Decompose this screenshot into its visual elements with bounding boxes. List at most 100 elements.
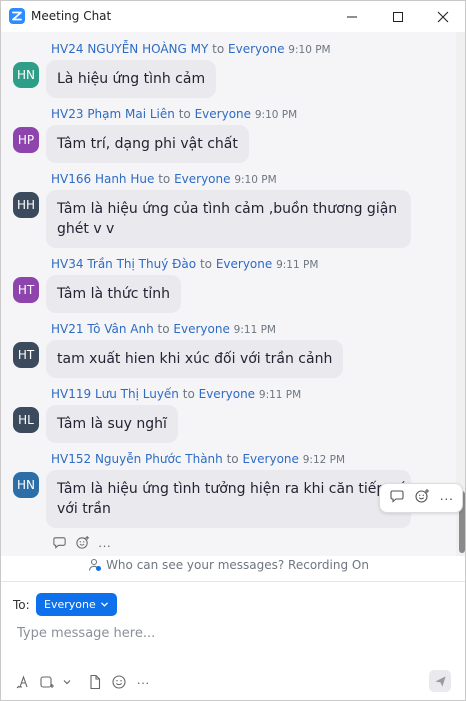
- avatar[interactable]: HN: [13, 472, 39, 498]
- close-button[interactable]: [420, 1, 466, 32]
- recipient-name[interactable]: Everyone: [228, 42, 284, 56]
- send-button[interactable]: [429, 670, 451, 692]
- people-lock-icon: [88, 558, 102, 575]
- sender-name[interactable]: HV166 Hanh Hue: [51, 172, 154, 186]
- message-bubble[interactable]: tam xuất hien khi xúc đối với trần cảnh: [46, 340, 344, 378]
- message-bubble[interactable]: Tâm là suy nghĩ: [46, 405, 178, 443]
- avatar[interactable]: HN: [13, 62, 39, 88]
- file-button[interactable]: [85, 672, 105, 692]
- add-reaction-icon: [415, 488, 429, 503]
- reply-icon: [390, 489, 404, 503]
- format-button[interactable]: [13, 672, 33, 692]
- message-time: 9:11 PM: [258, 389, 302, 401]
- screenshot-options-button[interactable]: [61, 672, 73, 692]
- emoji-button[interactable]: [109, 672, 129, 692]
- format-icon: [16, 675, 28, 689]
- maximize-icon: [393, 11, 403, 22]
- avatar[interactable]: HL: [13, 407, 39, 433]
- privacy-text: Who can see your messages? Recording On: [106, 558, 369, 572]
- sender-name[interactable]: HV23 Phạm Mai Liên: [51, 107, 175, 121]
- to-word: to: [212, 42, 225, 56]
- meeting-chat-window: Meeting Chat HN HV24 NGUYỄN HOÀNG MY to …: [0, 0, 466, 701]
- message-text: Là hiệu ứng tình cảm: [57, 71, 206, 87]
- chat-message: HN HV152 Nguyễn Phước Thành to Everyone …: [1, 452, 463, 532]
- sender-name[interactable]: HV119 Lưu Thị Luyến: [51, 387, 179, 401]
- to-word: to: [182, 387, 195, 401]
- avatar[interactable]: HT: [13, 342, 39, 368]
- chevron-down-icon: [63, 680, 71, 685]
- chat-message: HH HV166 Hanh Hue to Everyone 9:10 PM Tâ…: [1, 172, 456, 252]
- message-time: 9:10 PM: [288, 44, 331, 56]
- recipient-name[interactable]: Everyone: [195, 107, 251, 121]
- add-reaction-button[interactable]: [75, 535, 90, 555]
- message-action-bar: ···: [379, 483, 463, 513]
- to-word: to: [158, 172, 171, 186]
- chat-message: HN HV24 NGUYỄN HOÀNG MY to Everyone 9:10…: [1, 42, 456, 102]
- add-reaction-icon: [76, 535, 90, 549]
- file-icon: [90, 674, 101, 690]
- chat-message: HT HV34 Trần Thị Thuý Đào to Everyone 9:…: [1, 257, 456, 317]
- message-bubble[interactable]: Là hiệu ứng tình cảm: [46, 60, 217, 98]
- close-icon: [437, 11, 449, 22]
- to-word: to: [226, 452, 239, 466]
- screenshot-icon: [40, 676, 54, 688]
- message-bubble[interactable]: Tâm là hiệu ứng tình tưởng hiện ra khi c…: [46, 470, 411, 528]
- message-text: Tâm là hiệu ứng của tình cảm ,buồn thươn…: [57, 201, 398, 217]
- recipient-dropdown[interactable]: Everyone: [36, 593, 117, 616]
- message-time: 9:10 PM: [234, 174, 277, 186]
- message-text: Tâm là suy nghĩ: [57, 416, 167, 432]
- message-time: 9:11 PM: [233, 324, 276, 336]
- recipient-name[interactable]: Everyone: [174, 172, 230, 186]
- message-bubble[interactable]: Tâm là hiệu ứng của tình cảm ,buồn thươn…: [46, 190, 411, 248]
- message-header: HV152 Nguyễn Phước Thành to Everyone 9:1…: [51, 452, 345, 466]
- chat-message: HL HV119 Lưu Thị Luyến to Everyone 9:11 …: [1, 387, 456, 447]
- message-header: HV24 NGUYỄN HOÀNG MY to Everyone 9:10 PM: [51, 42, 331, 56]
- recipient-name[interactable]: Everyone: [199, 387, 255, 401]
- chevron-down-icon: [100, 602, 108, 607]
- reply-button[interactable]: [389, 488, 405, 509]
- to-label: To:: [13, 598, 30, 612]
- composer-divider: [1, 581, 465, 582]
- recipient-name[interactable]: Everyone: [216, 257, 272, 271]
- to-word: to: [199, 257, 212, 271]
- minimize-button[interactable]: [329, 1, 375, 32]
- screenshot-button[interactable]: [37, 672, 57, 692]
- avatar[interactable]: HH: [13, 192, 39, 218]
- reply-button[interactable]: [52, 535, 67, 555]
- message-text: Tâm là thức tỉnh: [57, 286, 171, 302]
- sender-name[interactable]: HV21 Tô Vân Anh: [51, 322, 154, 336]
- message-input[interactable]: [17, 622, 447, 644]
- message-header: HV23 Phạm Mai Liên to Everyone 9:10 PM: [51, 107, 297, 121]
- scrollbar-track[interactable]: [456, 32, 465, 556]
- chat-message: HT HV21 Tô Vân Anh to Everyone 9:11 PM t…: [1, 322, 456, 382]
- message-time: 9:12 PM: [302, 454, 346, 466]
- message-bubble[interactable]: Tâm trí, dạng phi vật chất: [46, 125, 249, 163]
- chat-message: HP HV23 Phạm Mai Liên to Everyone 9:10 P…: [1, 107, 456, 167]
- maximize-button[interactable]: [375, 1, 421, 32]
- sender-name[interactable]: HV34 Trần Thị Thuý Đào: [51, 257, 196, 271]
- reply-icon: [53, 537, 66, 549]
- more-options-button[interactable]: ···: [439, 490, 453, 506]
- zoom-logo-icon: [9, 8, 25, 24]
- avatar[interactable]: HP: [13, 127, 39, 153]
- message-time: 9:11 PM: [276, 259, 319, 271]
- recipient-name[interactable]: Everyone: [242, 452, 298, 466]
- more-options-button[interactable]: ···: [133, 672, 153, 692]
- message-time: 9:10 PM: [254, 109, 298, 121]
- avatar[interactable]: HT: [13, 277, 39, 303]
- message-bubble[interactable]: Tâm là thức tỉnh: [46, 275, 182, 313]
- recipient-value: Everyone: [44, 598, 96, 611]
- message-header: HV21 Tô Vân Anh to Everyone 9:11 PM: [51, 322, 276, 336]
- window-title: Meeting Chat: [31, 9, 112, 23]
- recipient-name[interactable]: Everyone: [173, 322, 229, 336]
- privacy-notice[interactable]: Who can see your messages? Recording On: [1, 558, 456, 575]
- sender-name[interactable]: HV152 Nguyễn Phước Thành: [51, 452, 223, 466]
- message-header: HV34 Trần Thị Thuý Đào to Everyone 9:11 …: [51, 257, 318, 271]
- send-icon: [434, 675, 446, 687]
- sender-name[interactable]: HV24 NGUYỄN HOÀNG MY: [51, 42, 208, 56]
- emoji-icon: [112, 675, 126, 689]
- more-options-button[interactable]: ···: [98, 538, 111, 553]
- message-text: Tâm trí, dạng phi vật chất: [57, 136, 238, 152]
- add-reaction-button[interactable]: [414, 488, 430, 509]
- to-word: to: [178, 107, 191, 121]
